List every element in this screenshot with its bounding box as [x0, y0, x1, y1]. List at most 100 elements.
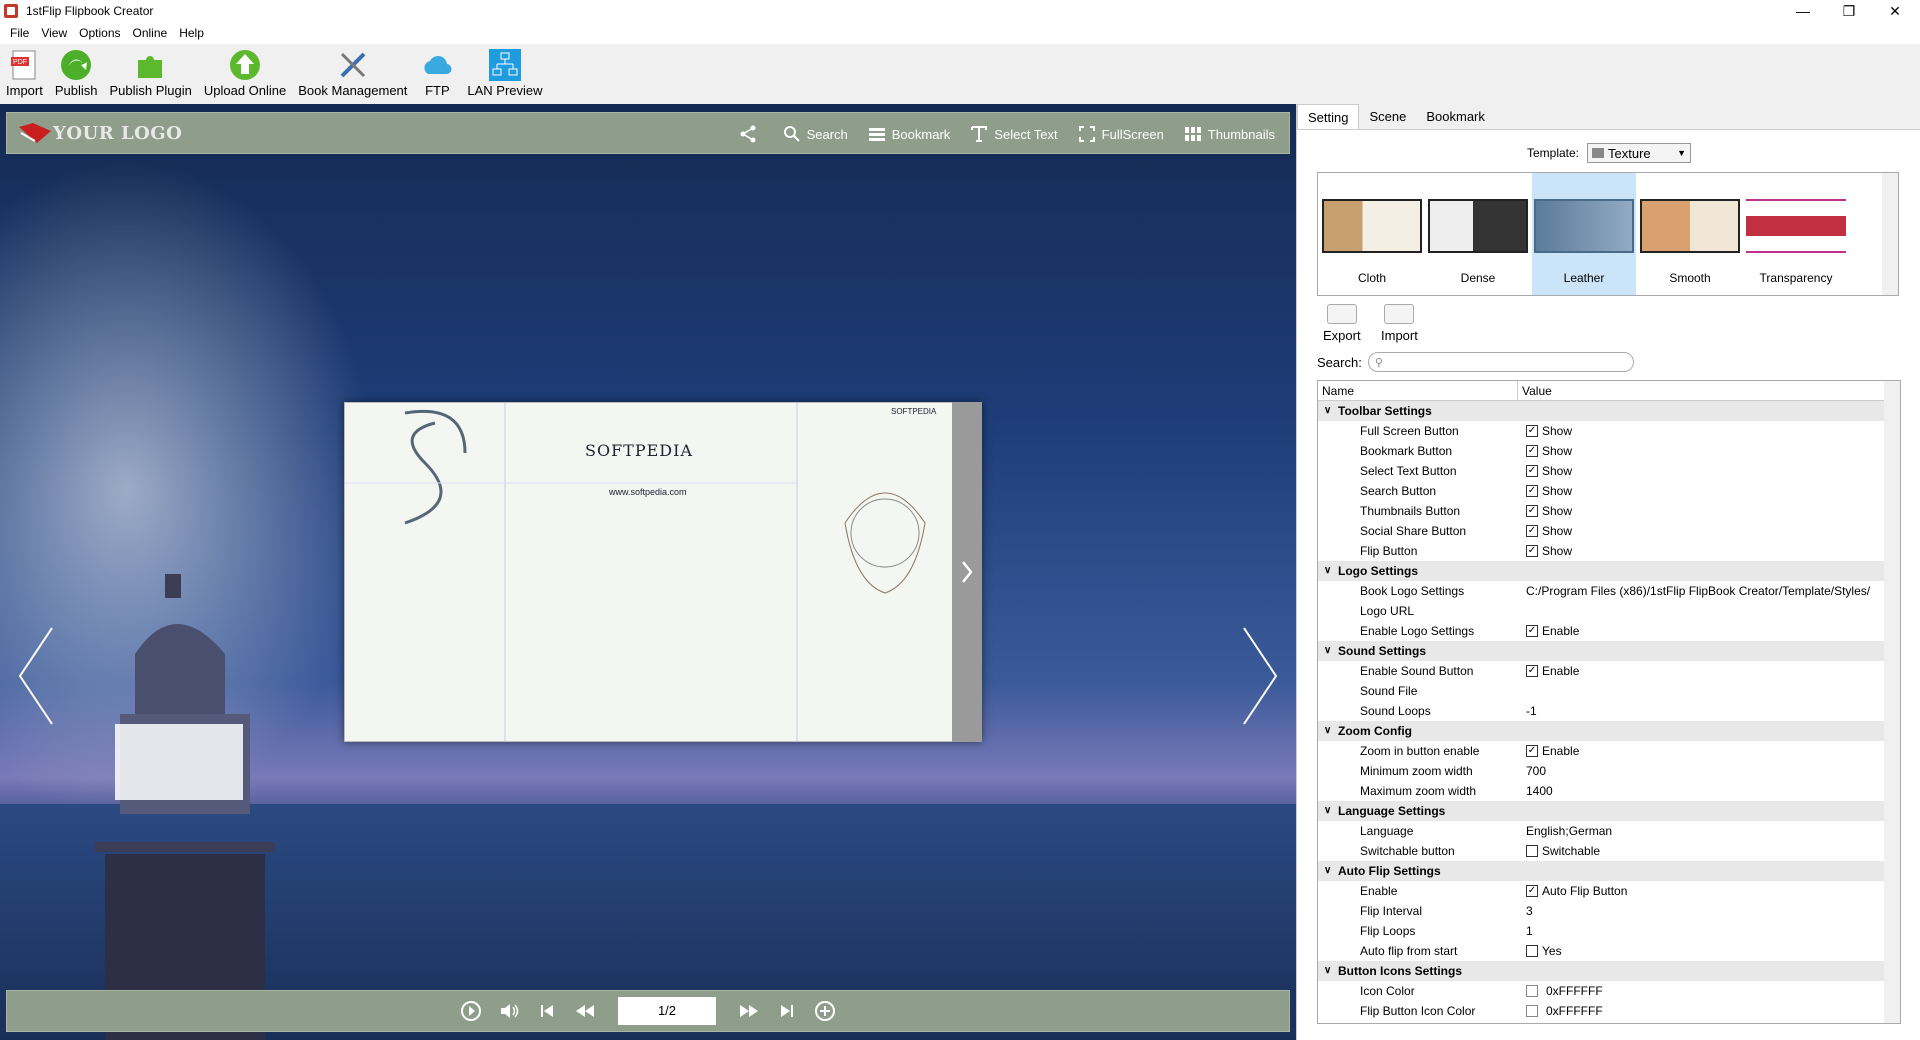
property-grid-scrollbar[interactable] [1884, 381, 1900, 1023]
property-value[interactable]: C:/Program Files (x86)/1stFlip FlipBook … [1518, 584, 1870, 598]
property-row[interactable]: Select Text Button ✓ Show [1318, 461, 1900, 481]
property-value[interactable]: 1400 [1518, 784, 1553, 798]
collapse-chevron-icon[interactable]: ∨ [1324, 645, 1331, 656]
property-category[interactable]: ∨ Button Icons Settings [1318, 961, 1900, 981]
previous-page-arrow-icon[interactable] [16, 626, 56, 726]
import-button[interactable]: PDF Import [0, 44, 49, 104]
checkbox[interactable]: ✓ [1526, 525, 1538, 537]
property-category[interactable]: ∨ Language Settings [1318, 801, 1900, 821]
property-category[interactable]: ∨ Sound Settings [1318, 641, 1900, 661]
property-row[interactable]: Switchable button Switchable [1318, 841, 1900, 861]
property-value[interactable]: 700 [1518, 764, 1546, 778]
last-page-icon[interactable] [774, 998, 800, 1024]
property-row[interactable]: Flip Loops 1 [1318, 921, 1900, 941]
checkbox[interactable]: ✓ [1526, 545, 1538, 557]
property-category[interactable]: ∨ Auto Flip Settings [1318, 861, 1900, 881]
template-leather[interactable]: Leather [1532, 173, 1636, 295]
property-row[interactable]: Icon Color 0xFFFFFF [1318, 981, 1900, 1001]
menu-online[interactable]: Online [127, 22, 174, 44]
sound-icon[interactable] [496, 998, 522, 1024]
upload-online-button[interactable]: Upload Online [198, 44, 292, 104]
export-button[interactable]: Export [1323, 304, 1361, 343]
property-row[interactable]: Flip Button ✓ Show [1318, 541, 1900, 561]
collapse-chevron-icon[interactable]: ∨ [1324, 565, 1331, 576]
book-page[interactable]: SOFTPEDIA www.softpedia.com SOFTPEDIA [344, 402, 982, 742]
color-swatch[interactable] [1526, 1005, 1538, 1017]
collapse-chevron-icon[interactable]: ∨ [1324, 965, 1331, 976]
property-row[interactable]: Logo URL [1318, 601, 1900, 621]
share-button[interactable] [739, 125, 763, 143]
property-value[interactable]: ✓ Show [1518, 524, 1572, 538]
close-icon[interactable]: ✕ [1872, 0, 1918, 22]
collapse-chevron-icon[interactable]: ∨ [1324, 405, 1331, 416]
property-row[interactable]: Social Share Button ✓ Show [1318, 521, 1900, 541]
color-swatch[interactable] [1526, 985, 1538, 997]
tab-scene[interactable]: Scene [1359, 104, 1416, 129]
property-value[interactable]: ✓ Show [1518, 544, 1572, 558]
checkbox[interactable]: ✓ [1526, 425, 1538, 437]
checkbox[interactable]: ✓ [1526, 505, 1538, 517]
property-value[interactable]: Yes [1518, 944, 1562, 958]
restore-icon[interactable]: ❐ [1826, 0, 1872, 22]
property-value[interactable]: ✓ Auto Flip Button [1518, 884, 1627, 898]
property-value[interactable]: 1 [1518, 924, 1533, 938]
property-value[interactable]: -1 [1518, 704, 1537, 718]
menu-options[interactable]: Options [73, 22, 126, 44]
publish-plugin-button[interactable]: Publish Plugin [103, 44, 197, 104]
checkbox[interactable]: ✓ [1526, 885, 1538, 897]
template-transparency[interactable]: Transparency [1744, 173, 1848, 295]
property-row[interactable]: Full Screen Button ✓ Show [1318, 421, 1900, 441]
property-search-input[interactable]: ⚲ [1367, 352, 1634, 372]
menu-help[interactable]: Help [173, 22, 210, 44]
property-value[interactable]: 0xFFFFFF [1518, 1004, 1603, 1018]
property-row[interactable]: Search Button ✓ Show [1318, 481, 1900, 501]
checkbox[interactable] [1526, 945, 1538, 957]
property-value[interactable]: ✓ Show [1518, 464, 1572, 478]
book-logo[interactable]: YOUR LOGO [17, 121, 182, 145]
property-row[interactable]: Flip Button Icon Color 0xFFFFFF [1318, 1001, 1900, 1021]
tab-bookmark[interactable]: Bookmark [1416, 104, 1495, 129]
minimize-icon[interactable]: — [1780, 0, 1826, 22]
checkbox[interactable]: ✓ [1526, 445, 1538, 457]
property-row[interactable]: Sound File [1318, 681, 1900, 701]
page-number-input[interactable]: 1/2 [618, 997, 716, 1025]
property-category[interactable]: ∨ Zoom Config [1318, 721, 1900, 741]
property-row[interactable]: Enable ✓ Auto Flip Button [1318, 881, 1900, 901]
property-value[interactable]: 0xFFFFFF [1518, 984, 1603, 998]
property-value[interactable]: Switchable [1518, 844, 1600, 858]
property-row[interactable]: Flip Interval 3 [1318, 901, 1900, 921]
template-cloth[interactable]: Cloth [1320, 173, 1424, 295]
checkbox[interactable]: ✓ [1526, 465, 1538, 477]
next-page-icon[interactable] [736, 998, 762, 1024]
property-category[interactable]: ∨ Logo Settings [1318, 561, 1900, 581]
property-row[interactable]: Minimum zoom width 700 [1318, 761, 1900, 781]
ftp-button[interactable]: FTP [413, 44, 461, 104]
template-dense[interactable]: Dense [1426, 173, 1530, 295]
property-value[interactable]: 3 [1518, 904, 1533, 918]
publish-button[interactable]: Publish [49, 44, 104, 104]
property-row[interactable]: Enable Logo Settings ✓ Enable [1318, 621, 1900, 641]
property-row[interactable]: Language English;German [1318, 821, 1900, 841]
property-row[interactable]: Auto flip from start Yes [1318, 941, 1900, 961]
menu-file[interactable]: File [4, 22, 35, 44]
menu-view[interactable]: View [35, 22, 73, 44]
next-page-arrow-icon[interactable] [1240, 626, 1280, 726]
property-row[interactable]: Maximum zoom width 1400 [1318, 781, 1900, 801]
template-scrollbar[interactable] [1882, 173, 1898, 295]
checkbox[interactable] [1526, 845, 1538, 857]
property-value[interactable]: ✓ Show [1518, 504, 1572, 518]
book-management-button[interactable]: Book Management [292, 44, 413, 104]
search-button[interactable]: Search [783, 125, 848, 143]
import-template-button[interactable]: Import [1381, 304, 1418, 343]
collapse-chevron-icon[interactable]: ∨ [1324, 805, 1331, 816]
property-value[interactable]: ✓ Enable [1518, 744, 1579, 758]
property-row[interactable]: Thumbnails Button ✓ Show [1318, 501, 1900, 521]
thumbnails-button[interactable]: Thumbnails [1184, 125, 1275, 143]
play-icon[interactable] [458, 998, 484, 1024]
zoom-in-icon[interactable] [812, 998, 838, 1024]
property-row[interactable]: Enable Sound Button ✓ Enable [1318, 661, 1900, 681]
next-page-corner[interactable] [952, 402, 982, 742]
property-row[interactable]: Book Logo Settings C:/Program Files (x86)… [1318, 581, 1900, 601]
checkbox[interactable]: ✓ [1526, 485, 1538, 497]
collapse-chevron-icon[interactable]: ∨ [1324, 865, 1331, 876]
